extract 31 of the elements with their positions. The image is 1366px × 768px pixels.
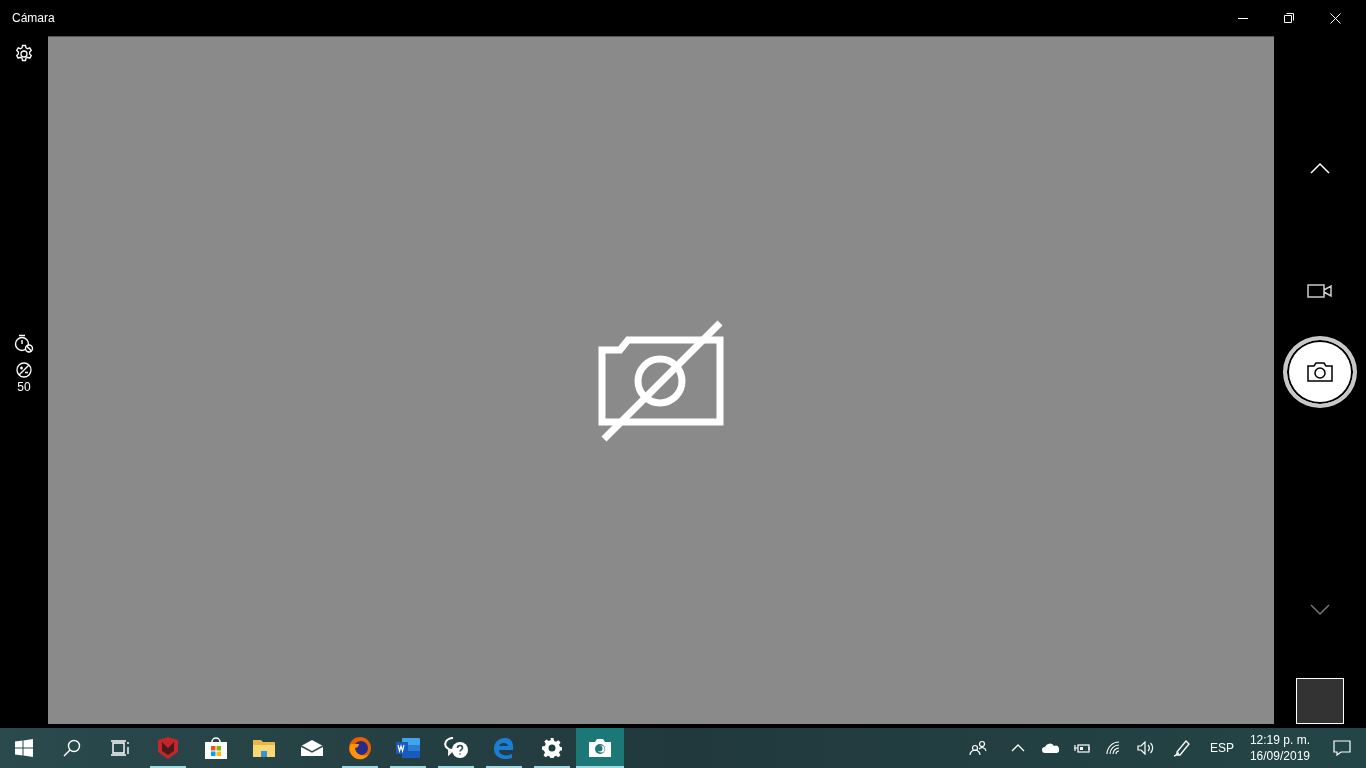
camera-icon — [588, 738, 612, 758]
timer-icon[interactable] — [13, 334, 35, 354]
window-title: Cámara — [11, 10, 55, 27]
taskbar-button[interactable] — [576, 728, 624, 768]
chevron-up-icon[interactable] — [1310, 162, 1330, 174]
minimize-icon — [1238, 17, 1248, 19]
clock-time[interactable]: 12:19 p. m. — [1249, 732, 1310, 748]
gear-icon — [542, 738, 562, 758]
language-indicator[interactable]: ESP — [1201, 739, 1242, 757]
letter-e-icon — [493, 737, 515, 759]
folder-icon — [252, 738, 276, 758]
camera-icon — [1307, 361, 1333, 382]
envelope-icon — [300, 739, 324, 757]
chevron-down-icon[interactable] — [1310, 603, 1330, 616]
video-mode-icon[interactable] — [1307, 284, 1333, 298]
camera-off-icon — [598, 318, 724, 443]
shield-icon — [157, 736, 179, 760]
photo-thumbnail[interactable] — [1296, 677, 1344, 724]
restore-icon — [1284, 13, 1294, 23]
exposure-icon[interactable] — [16, 362, 32, 378]
shopping-bag-icon — [204, 736, 228, 760]
close-icon — [1329, 12, 1341, 24]
windows-icon — [15, 739, 33, 757]
globe-icon — [348, 736, 372, 760]
speech-bubbles-icon — [443, 736, 469, 760]
task-view-icon — [110, 739, 130, 757]
exposure-value: 50 — [17, 379, 31, 396]
search-icon — [63, 739, 81, 757]
document-icon — [395, 737, 421, 759]
settings-icon[interactable] — [14, 44, 34, 64]
clock-date[interactable]: 16/09/2019 — [1249, 748, 1310, 764]
